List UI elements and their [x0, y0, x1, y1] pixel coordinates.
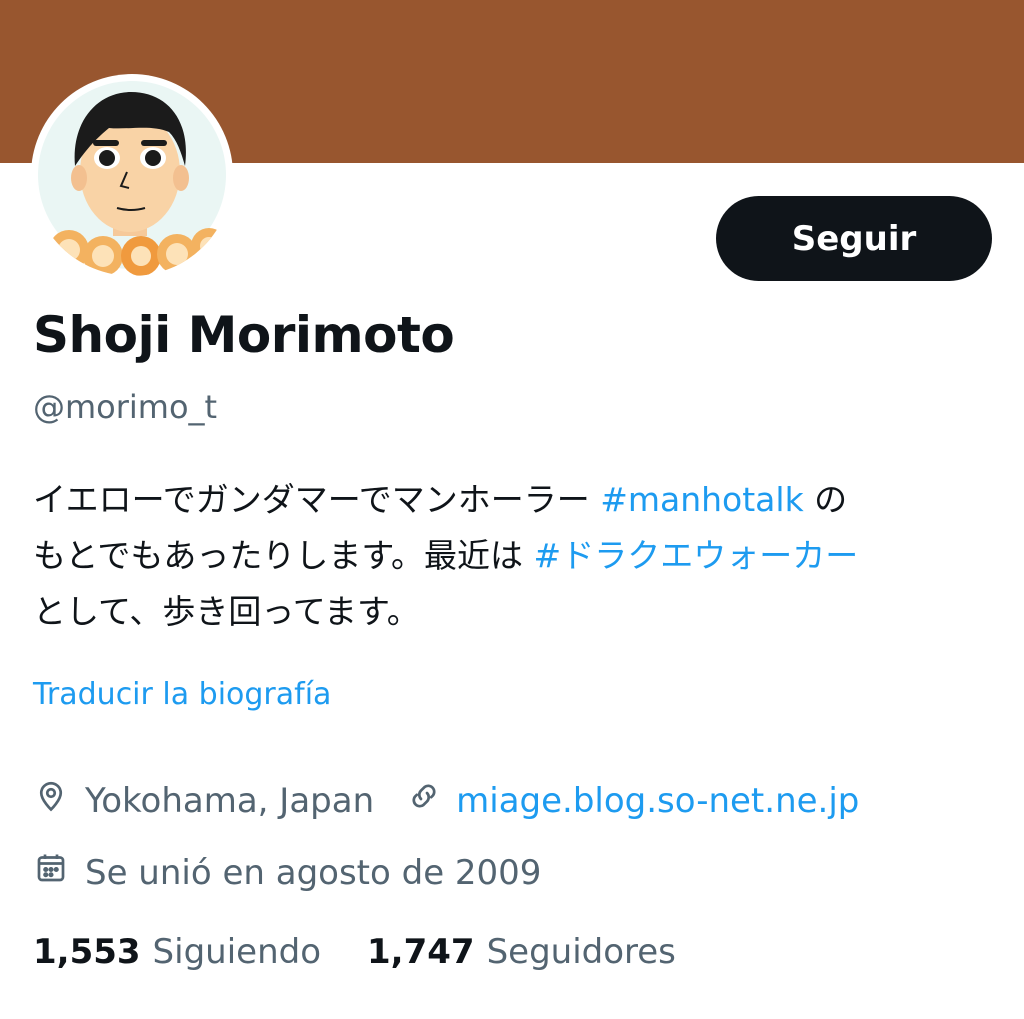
profile-meta-row: Se unió en agosto de 2009: [33, 850, 541, 895]
bio-text: の: [803, 480, 848, 519]
profile-handle: @morimo_t: [33, 388, 218, 426]
profile-location: Yokohama, Japan: [85, 780, 375, 821]
location-pin-icon: [33, 778, 69, 823]
following-count: 1,553: [33, 932, 141, 972]
hashtag-link[interactable]: #manhotalk: [600, 480, 803, 519]
bio-text: イエローでガンダマーでマンホーラー: [33, 480, 601, 519]
profile-website-link[interactable]: miage.blog.so-net.ne.jp: [456, 781, 859, 821]
profile-name: Shoji Morimoto: [33, 306, 455, 364]
translate-bio-link[interactable]: Traducir la biografía: [33, 677, 331, 712]
hashtag-link[interactable]: #ドラクエウォーカー: [534, 536, 859, 575]
profile-bio: イエローでガンダマーでマンホーラー #manhotalk の もとでもあったりし…: [33, 472, 993, 640]
avatar-image: [38, 81, 227, 276]
profile-joined-date: Se unió en agosto de 2009: [85, 852, 542, 893]
followers-count: 1,747: [367, 932, 475, 972]
bio-text: もとでもあったりします。最近は: [33, 536, 534, 575]
profile-avatar[interactable]: [31, 74, 233, 276]
profile-stats: 1,553 Siguiendo 1,747 Seguidores: [33, 932, 676, 972]
followers-stat[interactable]: 1,747 Seguidores: [367, 932, 676, 972]
calendar-icon: [33, 850, 69, 895]
link-icon: [406, 778, 442, 823]
following-label: Siguiendo: [152, 932, 322, 972]
profile-meta-row: Yokohama, Japan miage.blog.so-net.ne.jp: [33, 778, 859, 823]
bio-text: として、歩き回ってます。: [33, 592, 420, 631]
following-stat[interactable]: 1,553 Siguiendo: [33, 932, 321, 972]
followers-label: Seguidores: [486, 932, 676, 972]
follow-button[interactable]: Seguir: [716, 196, 992, 281]
